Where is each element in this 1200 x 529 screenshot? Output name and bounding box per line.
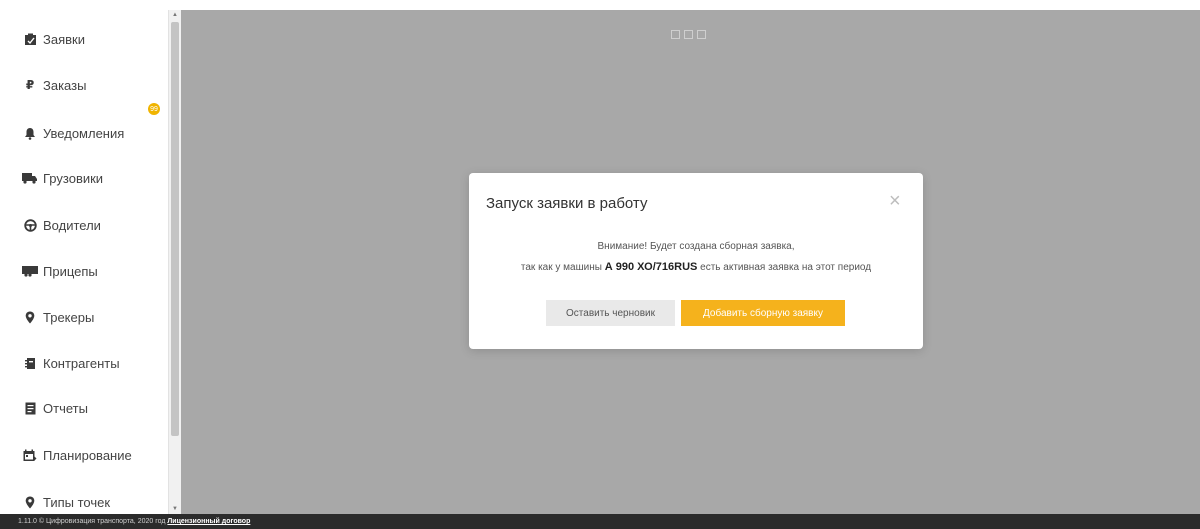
calendar-icon (22, 447, 38, 463)
scroll-up-arrow-icon[interactable]: ▲ (169, 10, 181, 20)
license-link[interactable]: Лицензионный договор (167, 518, 250, 525)
sidebar-item-point-types[interactable]: Типы точек (22, 490, 110, 514)
sidebar: Заявки ₽ Заказы Уведомления Грузовики Во… (0, 10, 168, 514)
dialog-detail-text: так как у машины А 990 ХО/716RUS есть ак… (469, 261, 923, 273)
truck-icon (22, 170, 38, 186)
close-icon[interactable]: × (889, 191, 901, 211)
sidebar-item-contractors[interactable]: Контрагенты (22, 351, 120, 375)
sidebar-item-label: Планирование (43, 447, 132, 463)
sidebar-item-label: Заказы (43, 77, 87, 93)
sidebar-item-label: Прицепы (43, 263, 98, 279)
detail-prefix: так как у машины (520, 262, 605, 273)
top-strip (0, 0, 1200, 10)
save-draft-button[interactable]: Оставить черновик (546, 300, 675, 326)
sidebar-item-orders[interactable]: ₽ Заказы (22, 73, 87, 97)
sidebar-item-label: Типы точек (43, 494, 111, 510)
footer: 1.11.0 © Цифровизация транспорта, 2020 г… (0, 514, 1200, 529)
sidebar-item-trucks[interactable]: Грузовики (22, 166, 103, 190)
sidebar-scrollbar[interactable]: ▲ ▼ (168, 10, 181, 514)
sidebar-item-label: Уведомления (43, 125, 125, 141)
bell-icon (22, 125, 38, 141)
dialog-warning-text: Внимание! Будет создана сборная заявка, (597, 241, 795, 252)
loader-dot (671, 30, 680, 39)
sidebar-item-drivers[interactable]: Водители (22, 213, 101, 237)
detail-suffix: есть активная заявка на этот период (697, 262, 872, 273)
sidebar-item-trackers[interactable]: Трекеры (22, 305, 94, 329)
loader-dot (697, 30, 706, 39)
map-pin-icon (22, 494, 38, 510)
report-icon (22, 400, 38, 416)
contacts-icon (22, 355, 38, 371)
sidebar-item-label: Водители (43, 217, 101, 233)
scroll-down-arrow-icon[interactable]: ▼ (169, 504, 181, 514)
sidebar-item-label: Трекеры (43, 309, 95, 325)
sidebar-item-trailers[interactable]: Прицепы (22, 259, 98, 283)
sidebar-item-requests[interactable]: Заявки (22, 27, 85, 51)
ruble-icon: ₽ (25, 78, 35, 92)
sidebar-item-notifications[interactable]: Уведомления (22, 121, 124, 145)
vehicle-plate: А 990 ХО/716RUS (604, 261, 698, 273)
map-pin-icon (22, 309, 38, 325)
sidebar-item-reports[interactable]: Отчеты (22, 396, 88, 420)
sidebar-item-label: Отчеты (43, 400, 88, 416)
steering-wheel-icon (22, 217, 38, 233)
clipboard-icon (22, 31, 38, 47)
footer-copyright: 1.11.0 © Цифровизация транспорта, 2020 г… (18, 518, 168, 525)
dialog-title: Запуск заявки в работу (486, 195, 648, 212)
sidebar-item-planning[interactable]: Планирование (22, 443, 132, 467)
notifications-badge: 99 (148, 103, 160, 115)
sidebar-item-label: Заявки (43, 31, 85, 47)
loading-indicator (671, 30, 706, 39)
sidebar-item-label: Контрагенты (43, 355, 120, 371)
sidebar-item-label: Грузовики (43, 170, 104, 186)
trailer-icon (22, 263, 38, 279)
add-combined-request-button[interactable]: Добавить сборную заявку (681, 300, 845, 326)
scroll-thumb[interactable] (171, 22, 179, 436)
loader-dot (684, 30, 693, 39)
start-request-dialog: Запуск заявки в работу × Внимание! Будет… (469, 173, 923, 349)
